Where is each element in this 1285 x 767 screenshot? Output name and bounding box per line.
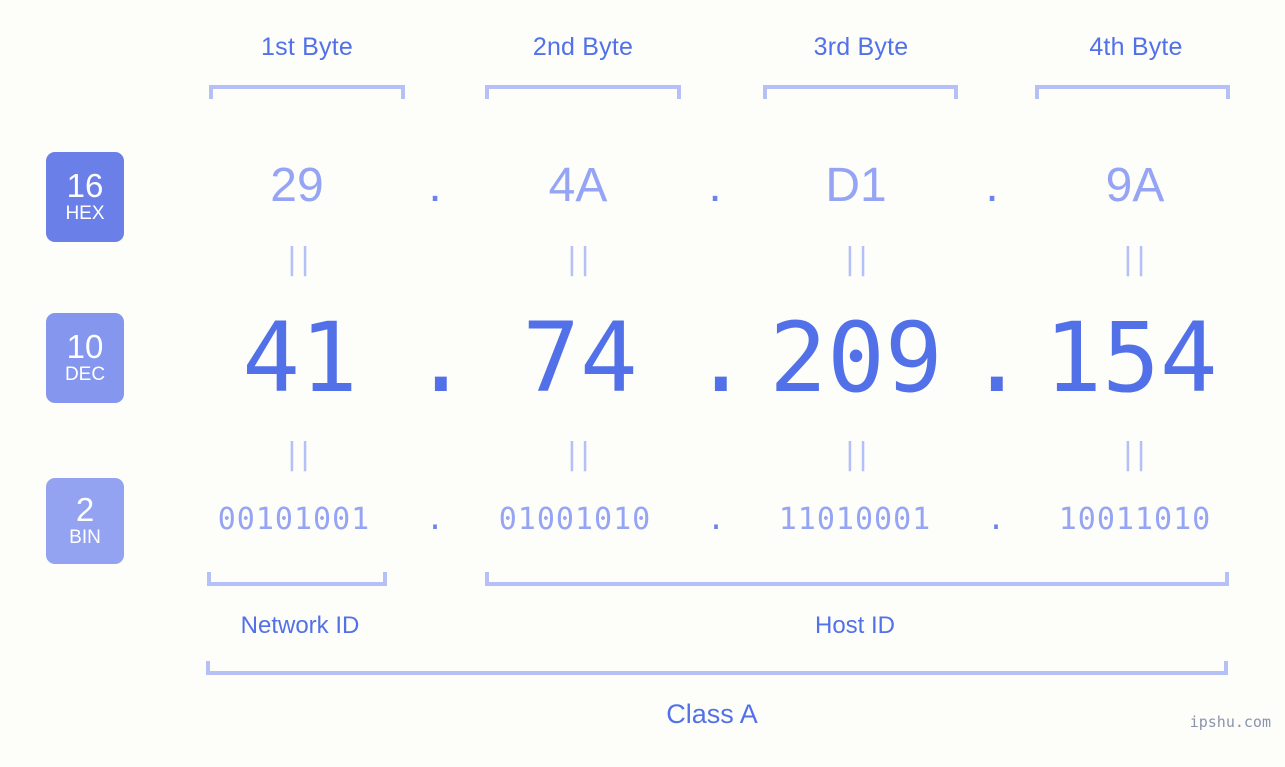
hex-byte-2: 4A bbox=[548, 159, 608, 212]
hex-separator-2: . bbox=[708, 159, 722, 212]
base-badge-bin-label: BIN bbox=[69, 527, 101, 548]
dec-separator-3: . bbox=[968, 302, 1026, 414]
base-badge-dec-number: 10 bbox=[66, 328, 104, 365]
bin-byte-4: 10011010 bbox=[1058, 502, 1212, 537]
hex-byte-4: 9A bbox=[1105, 159, 1165, 212]
base-badge-dec: 10 DEC bbox=[46, 313, 124, 403]
hex-separator-3: . bbox=[985, 159, 999, 212]
equals-mark-decbin-4: || bbox=[1122, 437, 1150, 472]
equals-mark-hexdec-1: || bbox=[286, 242, 314, 277]
hex-byte-1: 29 bbox=[270, 159, 324, 212]
byte-bracket-2 bbox=[485, 85, 681, 99]
class-label: Class A bbox=[666, 699, 758, 729]
base-badge-bin: 2 BIN bbox=[46, 478, 124, 564]
dec-separator-2: . bbox=[692, 302, 750, 414]
bin-byte-3: 11010001 bbox=[778, 502, 932, 537]
equals-mark-hexdec-2: || bbox=[566, 242, 594, 277]
byte-bracket-4 bbox=[1035, 85, 1230, 99]
base-badge-bin-number: 2 bbox=[75, 491, 95, 528]
hex-separator-1: . bbox=[428, 159, 442, 212]
byte-header-1: 1st Byte bbox=[261, 33, 353, 61]
host-id-bracket bbox=[485, 572, 1229, 586]
equals-mark-hexdec-4: || bbox=[1122, 242, 1150, 277]
bin-separator-1: . bbox=[425, 502, 445, 537]
byte-bracket-3 bbox=[763, 85, 958, 99]
equals-mark-decbin-2: || bbox=[566, 437, 594, 472]
dec-byte-2: 74 bbox=[522, 302, 638, 414]
base-badge-dec-label: DEC bbox=[64, 364, 106, 385]
byte-header-2: 2nd Byte bbox=[532, 33, 634, 61]
equals-mark-decbin-3: || bbox=[844, 437, 872, 472]
host-id-label: Host ID bbox=[814, 612, 895, 639]
bin-byte-2: 01001010 bbox=[498, 502, 652, 537]
bin-separator-2: . bbox=[706, 502, 726, 537]
base-badge-hex-number: 16 bbox=[66, 167, 104, 204]
base-badge-hex: 16 HEX bbox=[46, 152, 124, 242]
ip-address-breakdown-diagram: 1st Byte 2nd Byte 3rd Byte 4th Byte 16 H… bbox=[0, 0, 1285, 767]
site-watermark: ipshu.com bbox=[1189, 713, 1271, 731]
byte-header-3: 3rd Byte bbox=[813, 33, 909, 61]
network-id-bracket bbox=[207, 572, 387, 586]
dec-separator-1: . bbox=[412, 302, 470, 414]
network-id-label: Network ID bbox=[240, 612, 360, 639]
equals-mark-decbin-1: || bbox=[286, 437, 314, 472]
byte-header-4: 4th Byte bbox=[1089, 33, 1183, 61]
bin-byte-1: 00101001 bbox=[217, 502, 371, 537]
dec-byte-3: 209 bbox=[769, 302, 943, 414]
byte-bracket-1 bbox=[209, 85, 405, 99]
equals-mark-hexdec-3: || bbox=[844, 242, 872, 277]
class-bracket bbox=[206, 661, 1228, 675]
hex-byte-3: D1 bbox=[825, 159, 887, 212]
base-badge-hex-label: HEX bbox=[65, 203, 105, 224]
dec-byte-4: 154 bbox=[1044, 302, 1218, 414]
bin-separator-3: . bbox=[986, 502, 1006, 537]
dec-byte-1: 41 bbox=[242, 302, 358, 414]
